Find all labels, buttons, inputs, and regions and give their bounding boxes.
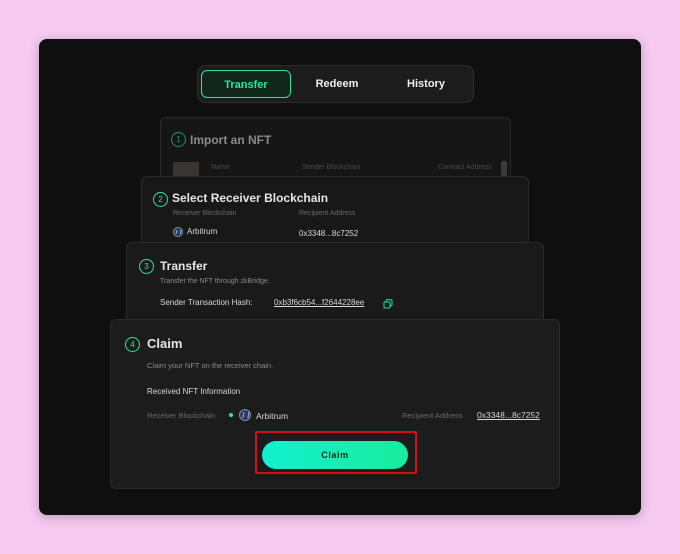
receiver-blockchain-label: Receiver Blockchain (173, 210, 237, 217)
table-scrollbar[interactable] (501, 161, 507, 177)
claim-receiver-blockchain-value: Arbitrum (256, 411, 289, 421)
claim-receiver-blockchain-label: Receiver Blockchain (147, 411, 215, 420)
step-3-title: Transfer (160, 259, 208, 273)
tab-transfer[interactable]: Transfer (201, 70, 291, 98)
recipient-address-label: Recipient Address (299, 210, 356, 217)
step-2-title: Select Receiver Blockchain (172, 191, 329, 205)
step-2-card: 2 Select Receiver Blockchain Receiver Bl… (141, 176, 529, 246)
bridge-window: Transfer Redeem History 1 Import an NFT … (39, 39, 641, 515)
step-3-description: Transfer the NFT through zkBridge. (160, 278, 270, 285)
step-2-number: 2 (153, 192, 168, 207)
step-1-number: 1 (171, 132, 186, 147)
step-4-title: Claim (147, 336, 183, 351)
recipient-address-value: 0x3348...8c7252 (299, 229, 359, 238)
step-3-number: 3 (139, 259, 154, 274)
status-dot (229, 413, 233, 417)
sender-hash-label: Sender Transaction Hash: (160, 298, 253, 307)
column-name: Name (211, 164, 230, 171)
arbitrum-logo-icon (173, 227, 183, 237)
tab-bar: Transfer Redeem History (197, 65, 474, 103)
column-sender-blockchain: Sender Blockchain (302, 164, 361, 171)
column-contract-address: Contract Address (438, 164, 492, 171)
receiver-blockchain-value: Arbitrum (187, 227, 218, 236)
step-1-title: Import an NFT (190, 133, 272, 147)
claim-recipient-address-value[interactable]: 0x3348...8c7252 (477, 410, 540, 420)
received-nft-info-label: Received NFT Information (147, 387, 241, 396)
tab-history[interactable]: History (382, 70, 470, 98)
step-4-description: Claim your NFT on the receiver chain. (147, 361, 274, 370)
tab-redeem[interactable]: Redeem (294, 70, 380, 98)
arbitrum-logo-icon (239, 409, 251, 421)
claim-button[interactable]: Claim (262, 441, 408, 469)
step-4-number: 4 (125, 337, 140, 352)
copy-icon[interactable] (383, 299, 393, 309)
claim-recipient-address-label: Recipient Address (402, 411, 463, 420)
sender-hash-link[interactable]: 0xb3f6cb54...f2644228ee (274, 298, 364, 307)
